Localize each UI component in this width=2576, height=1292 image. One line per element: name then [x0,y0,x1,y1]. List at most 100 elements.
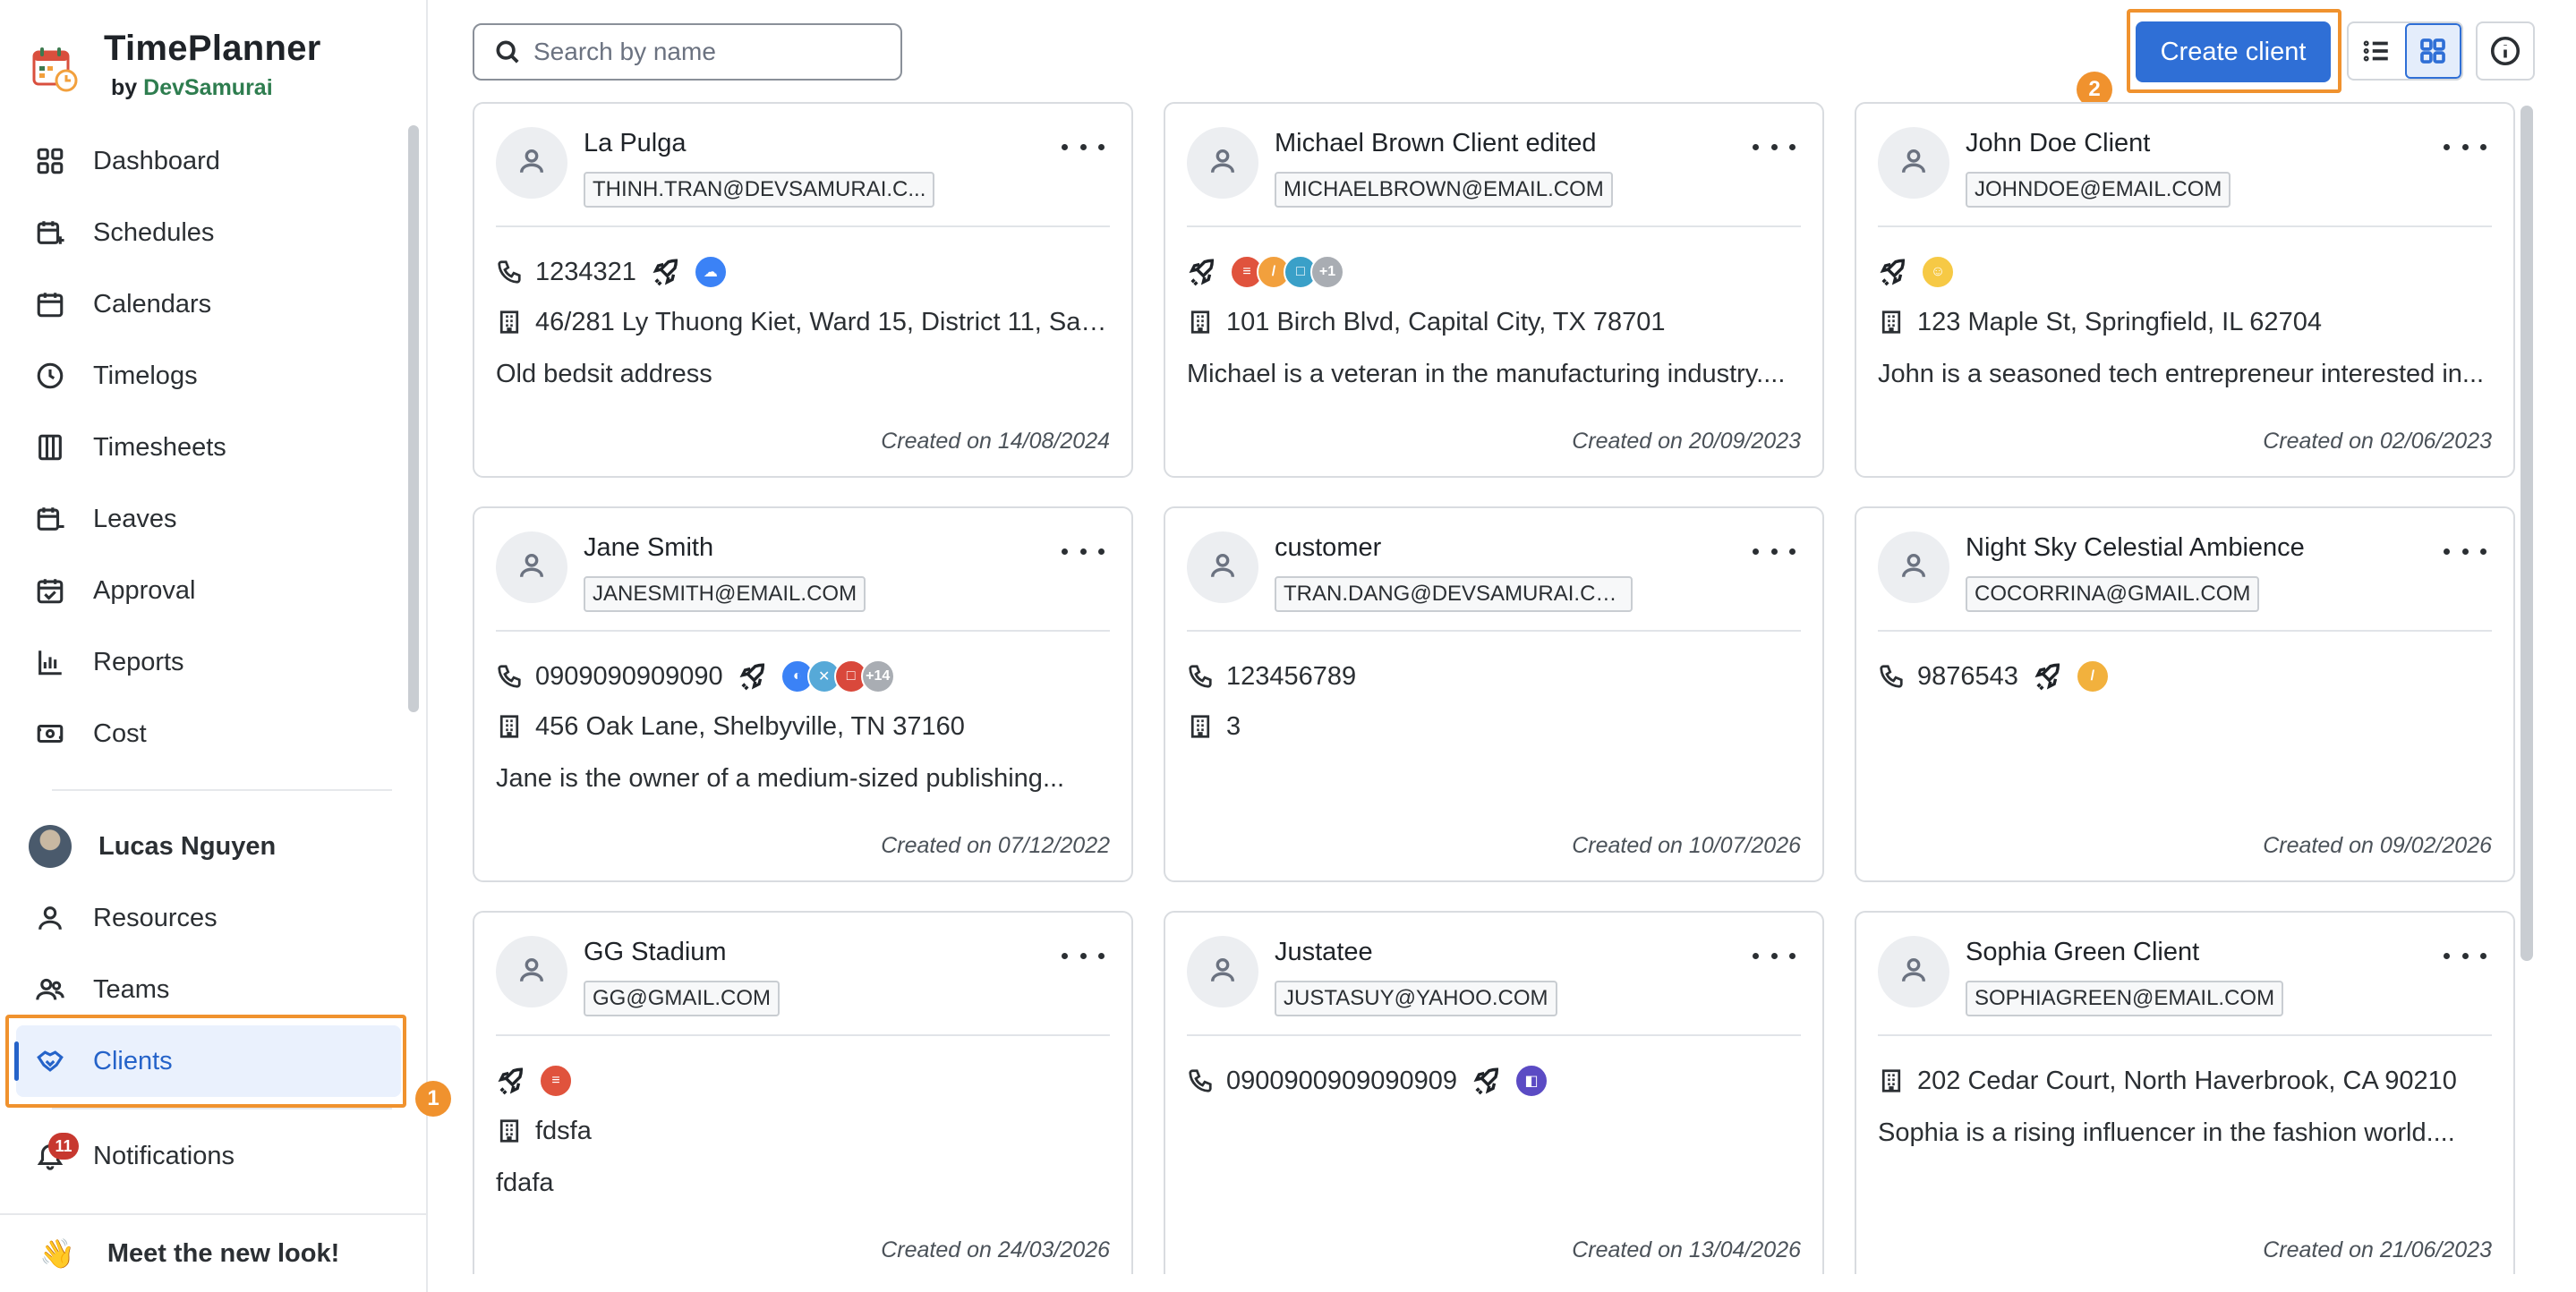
app-icon: +14 [860,659,895,693]
sidebar-scrollbar[interactable] [408,125,419,712]
client-phone: 0900900909090909 [1226,1066,1458,1095]
sidebar-item-label: Reports [93,647,184,676]
calendar-check-icon [34,574,66,607]
sidebar-divider [52,789,392,791]
rocket-icon [2033,661,2063,692]
client-card[interactable]: customer TRAN.DANG@DEVSAMURAI.CO... 123456… [1164,506,1824,882]
sidebar-item-timelogs[interactable]: Timelogs [16,340,401,412]
integration-apps[interactable]: ◧ [1514,1064,1549,1098]
client-address-row: fdsfa [496,1113,1110,1149]
app-icon: +1 [1310,255,1344,289]
info-button[interactable] [2476,21,2535,81]
sidebar-item-cost[interactable]: Cost [16,698,401,769]
card-divider [496,1034,1110,1036]
main-scrollbar[interactable] [2521,106,2533,961]
sidebar-item-schedules[interactable]: Schedules [16,197,401,268]
more-options-icon[interactable] [1753,537,1796,565]
client-contact-row: 1234321 ☁ [496,254,1110,290]
client-address: 123 Maple St, Springfield, IL 62704 [1917,307,2322,336]
client-description: Michael is a veteran in the manufacturin… [1187,360,1786,388]
phone-icon [1187,663,1214,690]
user-profile[interactable]: Lucas Nguyen [16,811,401,882]
client-description: fdafa [496,1169,554,1197]
client-name[interactable]: Sophia Green Client [1966,938,2199,967]
client-contact-row: 9876543 / [1878,659,2492,694]
sidebar-divider [52,1108,392,1109]
phone-icon [1187,1067,1214,1094]
more-options-icon[interactable] [1753,132,1796,161]
app-subtitle: by DevSamurai [111,75,273,100]
more-options-icon[interactable] [2444,537,2486,565]
card-divider [1187,630,1801,632]
client-address: fdsfa [535,1116,592,1145]
client-created-date: Created on 20/09/2023 [1572,429,1801,454]
rocket-icon [738,661,768,692]
person-icon [1898,955,1929,990]
brand[interactable]: TimePlanner by DevSamurai [30,27,321,113]
client-card[interactable]: John Doe Client JOHNDOE@EMAIL.COM ☺ 123 Map… [1855,102,2515,478]
rocket-icon [1187,257,1217,287]
clock-icon [34,360,66,392]
client-name[interactable]: Justatee [1275,938,1373,967]
sidebar-item-timesheets[interactable]: Timesheets [16,412,401,483]
client-name[interactable]: La Pulga [584,129,687,158]
integration-apps[interactable]: / [2075,659,2110,693]
integration-apps[interactable]: ◐ ✕ □ +14 [780,659,895,693]
sidebar-item-notifications[interactable]: 11 Notifications [16,1120,401,1192]
sidebar-item-approval[interactable]: Approval [16,555,401,626]
client-name[interactable]: customer [1275,533,1381,563]
client-address-row: 3 [1187,709,1801,744]
client-card[interactable]: Jane Smith JANESMITH@EMAIL.COM 09090909090… [473,506,1133,882]
person-icon [1898,550,1929,585]
client-name[interactable]: Night Sky Celestial Ambience [1966,533,2305,563]
client-contact-row: ≡ / □ +1 [1187,254,1801,290]
more-options-icon[interactable] [2444,941,2486,970]
phone-icon [496,259,523,285]
search-box[interactable] [473,23,902,81]
more-options-icon[interactable] [1753,941,1796,970]
client-card[interactable]: Justatee JUSTASUY@YAHOO.COM 09009009090909… [1164,911,1824,1274]
client-name[interactable]: Michael Brown Client edited [1275,129,1596,158]
meet-new-look-banner[interactable]: 👋 Meet the new look! [0,1213,426,1292]
create-client-button[interactable]: Create client [2136,21,2331,82]
more-options-icon[interactable] [1062,537,1105,565]
client-avatar [1878,127,1949,199]
client-card[interactable]: La Pulga THINH.TRAN@DEVSAMURAI.C... 123432… [473,102,1133,478]
sidebar-item-label: Notifications [93,1141,235,1170]
client-card-header: Justatee JUSTASUY@YAHOO.COM [1187,934,1801,1020]
client-card[interactable]: Michael Brown Client edited MICHAELBROWN@… [1164,102,1824,478]
client-name[interactable]: John Doe Client [1966,129,2150,158]
client-avatar [496,936,567,1007]
client-email-badge: JOHNDOE@EMAIL.COM [1966,172,2231,208]
sidebar-item-dashboard[interactable]: Dashboard [16,125,401,197]
user-name: Lucas Nguyen [98,831,277,861]
integration-apps[interactable]: ☁ [693,255,728,289]
client-card[interactable]: Night Sky Celestial Ambience COCORRINA@GM… [1855,506,2515,882]
sidebar-item-resources[interactable]: Resources [16,882,401,954]
client-description: Old bedsit address [496,360,712,388]
client-card-header: Jane Smith JANESMITH@EMAIL.COM [496,530,1110,616]
sidebar-item-teams[interactable]: Teams [16,954,401,1025]
sidebar-item-leaves[interactable]: Leaves [16,483,401,555]
search-input[interactable] [533,38,874,66]
client-email-badge: THINH.TRAN@DEVSAMURAI.C... [584,172,935,208]
more-options-icon[interactable] [1062,132,1105,161]
integration-apps[interactable]: ≡ [539,1064,573,1098]
integration-apps[interactable]: ☺ [1921,255,1955,289]
sidebar-item-reports[interactable]: Reports [16,626,401,698]
integration-apps[interactable]: ≡ / □ +1 [1230,255,1344,289]
client-name[interactable]: Jane Smith [584,533,713,563]
grid-view-button[interactable] [2404,23,2461,79]
sidebar-item-calendars[interactable]: Calendars [16,268,401,340]
client-avatar [1878,936,1949,1007]
client-email-badge: MICHAELBROWN@EMAIL.COM [1275,172,1613,208]
sidebar-item-clients[interactable]: Clients [14,1025,401,1097]
list-view-button[interactable] [2349,23,2405,79]
more-options-icon[interactable] [2444,132,2486,161]
client-name[interactable]: GG Stadium [584,938,727,967]
client-card[interactable]: GG Stadium GG@GMAIL.COM ≡ fdsfa fdafa Created… [473,911,1133,1274]
client-card[interactable]: Sophia Green Client SOPHIAGREEN@EMAIL.COM… [1855,911,2515,1274]
person-icon [1207,550,1238,585]
client-avatar [1878,531,1949,603]
more-options-icon[interactable] [1062,941,1105,970]
